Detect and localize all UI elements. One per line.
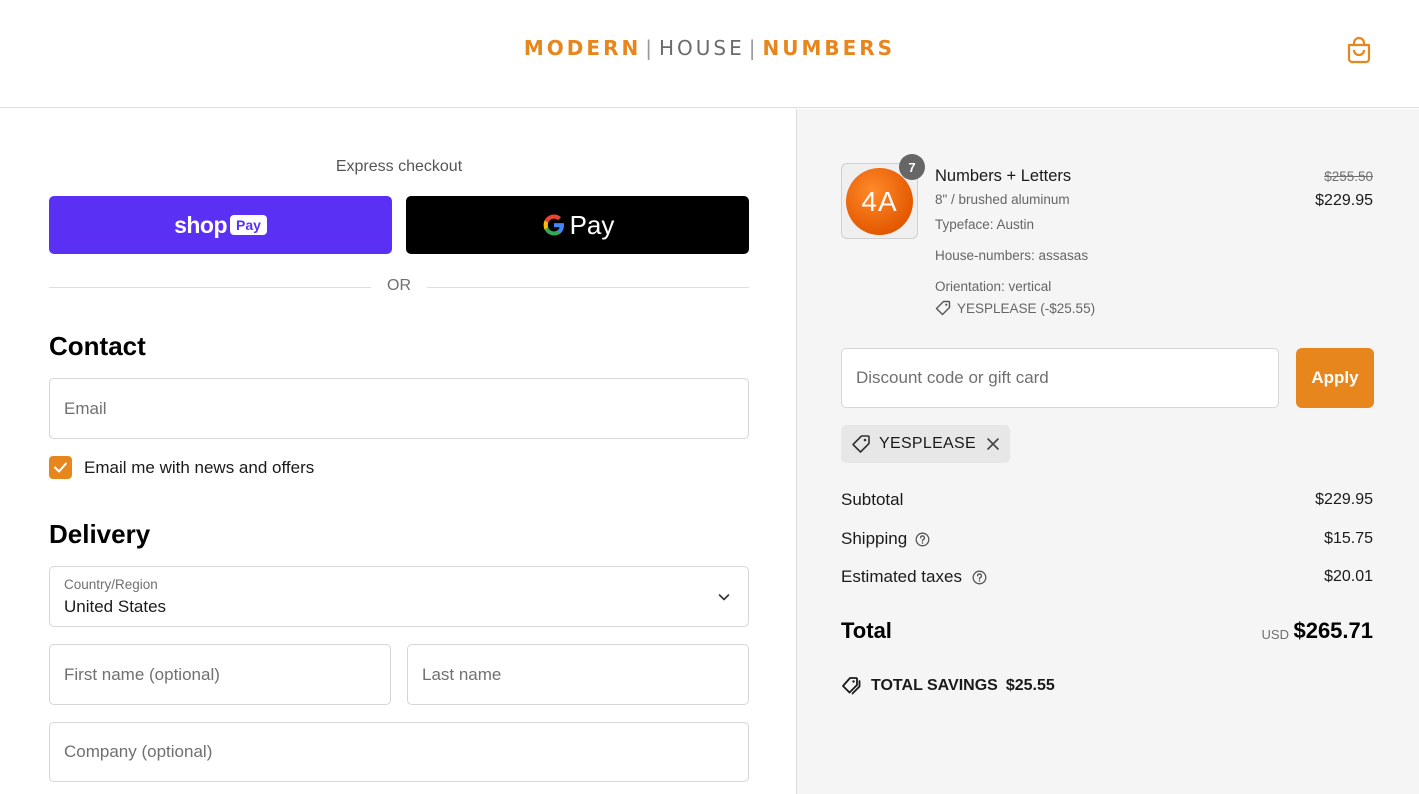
store-logo[interactable]: MODERN | HOUSE | NUMBERS [0,36,1419,60]
subtotal-label: Subtotal [841,490,904,509]
first-name-input[interactable] [50,645,390,704]
subtotal-row: Subtotal [841,490,903,510]
help-circle-icon[interactable] [915,532,930,547]
last-name-field[interactable] [407,644,749,705]
shipping-label: Shipping [841,529,908,548]
product-variant: 8" / brushed aluminum [935,192,1070,207]
discounted-price: $229.95 [1315,192,1373,209]
company-input[interactable] [50,723,748,781]
logo-separator: | [645,36,655,60]
quantity-badge: 7 [899,154,925,180]
logo-word-modern: MODERN [523,36,642,60]
google-pay-button[interactable]: Pay [406,196,749,254]
applied-discount-chip: YESPLEASE [841,425,1010,463]
savings-label: TOTAL SAVINGS [871,677,998,694]
item-discount: YESPLEASE (-$25.55) [935,300,1095,316]
chevron-down-icon [718,594,730,601]
google-pay-label: Pay [569,209,615,240]
newsletter-checkbox[interactable] [49,456,72,479]
or-divider: OR [49,277,749,297]
help-circle-icon[interactable] [972,570,987,585]
apply-discount-button[interactable]: Apply [1296,348,1374,408]
savings-value: $25.55 [1005,677,1055,694]
taxes-row: Estimated taxes [841,567,987,587]
logo-word-numbers: NUMBERS [762,36,896,60]
order-summary: 4A 7 Numbers + Letters 8" / brushed alum… [796,109,1419,794]
newsletter-label: Email me with news and offers [84,458,315,477]
company-field[interactable] [49,722,749,782]
applied-discount-code: YESPLEASE [879,435,976,452]
total-value: $265.71 [1293,618,1373,643]
delivery-heading: Delivery [49,519,151,549]
subtotal-value: $229.95 [1315,491,1373,508]
original-price: $255.50 [1324,169,1373,184]
shop-pay-badge: Pay [230,215,267,235]
email-field[interactable] [49,378,749,439]
tag-icon [852,435,870,453]
product-image: 4A [846,168,913,235]
shopping-bag-icon[interactable] [1346,36,1372,64]
contact-heading: Contact [49,331,146,361]
discount-code-input[interactable] [842,349,1278,407]
country-select[interactable]: Country/Region United States [49,566,749,627]
discount-code-field[interactable] [841,348,1279,408]
checkout-header: MODERN | HOUSE | NUMBERS [0,0,1419,108]
shipping-row: Shipping [841,529,930,549]
logo-word-house: HOUSE [658,36,745,60]
checkmark-icon [54,462,67,473]
email-input[interactable] [50,379,748,438]
shop-pay-button[interactable]: shop Pay [49,196,392,254]
shop-pay-wordmark: shop [174,211,228,238]
or-label: OR [387,277,411,294]
country-label: Country/Region [64,577,158,592]
tag-icon [935,300,951,316]
product-orientation: Orientation: vertical [935,279,1052,294]
express-checkout-title: Express checkout [335,158,463,175]
product-name: Numbers + Letters [935,167,1072,185]
logo-separator: | [748,36,759,60]
country-value: United States [64,597,167,616]
total-label: Total [841,618,892,643]
product-house-numbers: House-numbers: assasas [935,248,1089,263]
taxes-value: $20.01 [1324,568,1373,585]
checkout-form: Express checkout shop Pay Pay OR Contact… [0,109,796,794]
google-g-icon [543,214,564,236]
taxes-label: Estimated taxes [841,567,962,586]
shipping-value: $15.75 [1324,530,1373,547]
last-name-input[interactable] [408,645,748,704]
remove-discount-icon[interactable] [986,437,1000,451]
total-savings: TOTAL SAVINGS $25.55 [841,676,1055,696]
tags-icon [842,677,861,695]
total-currency: USD [1261,627,1289,642]
product-typeface: Typeface: Austin [935,217,1035,232]
first-name-field[interactable] [49,644,391,705]
item-discount-label: YESPLEASE (-$25.55) [957,300,1096,316]
